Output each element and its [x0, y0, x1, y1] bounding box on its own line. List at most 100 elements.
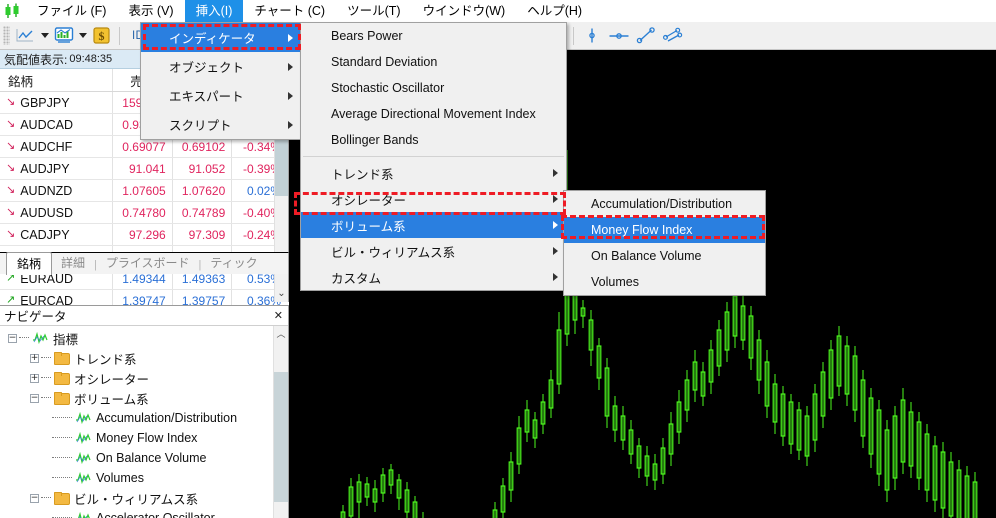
indicator-menu-item-3[interactable]: Stochastic Oscillator: [301, 75, 566, 101]
tree-label: Accelerator Oscillator: [96, 511, 215, 518]
tree-expander[interactable]: −: [30, 493, 39, 503]
menu-window[interactable]: ウインドウ(W): [412, 0, 517, 22]
trend-down-icon: ↘: [6, 118, 16, 130]
navigator-scrollbar[interactable]: ︿: [273, 326, 288, 518]
tree-connector: [52, 437, 72, 439]
insert-menu-item-3[interactable]: エキスパート: [141, 81, 301, 110]
menu-view[interactable]: 表示 (V): [117, 0, 184, 22]
chevron-down-icon[interactable]: ⌄: [275, 285, 288, 302]
trend-down-icon: ↘: [6, 228, 16, 240]
tree-folder[interactable]: − ボリューム系: [0, 388, 288, 408]
market-watch-scroll-thumb[interactable]: [275, 140, 288, 196]
new-chart-dropdown-icon[interactable]: [39, 24, 50, 47]
tree-folder[interactable]: + トレンド系: [0, 348, 288, 368]
symbol-name: CADJPY: [20, 227, 70, 242]
table-row[interactable]: ↘ AUDNZD 1.07605 1.07620 0.02%: [0, 180, 288, 202]
volume-menu-item-4[interactable]: Volumes: [564, 269, 765, 295]
menu-item-label: スクリプト: [169, 119, 232, 133]
indicator-menu-item-5[interactable]: Bollinger Bands: [301, 127, 566, 153]
tree-expander[interactable]: −: [30, 393, 39, 403]
tree-expander[interactable]: −: [8, 333, 17, 343]
bid-price: 91.041: [113, 158, 173, 179]
indicator-icon: [75, 471, 91, 485]
table-row[interactable]: ↘ CADJPY 97.296 97.309 -0.24%: [0, 224, 288, 246]
tree-connector: [41, 397, 51, 399]
new-chart-icon[interactable]: [12, 23, 39, 48]
app-logo-icon: [0, 0, 26, 22]
tab-symbols[interactable]: 銘柄: [6, 252, 53, 275]
tree-item[interactable]: Volumes: [0, 468, 288, 488]
ask-price: 91.052: [173, 158, 233, 179]
symbol-name: AUDCAD: [20, 117, 74, 132]
table-row[interactable]: ↘ AUDUSD 0.74780 0.74789 -0.40%: [0, 202, 288, 224]
volume-menu-item-3[interactable]: On Balance Volume: [564, 243, 765, 269]
tab-ticks[interactable]: ティック: [201, 253, 266, 274]
tree-folder[interactable]: + オシレーター: [0, 368, 288, 388]
navigator-tree: − 指標 + トレンド系 + オシレーター − ボリューム系 Accumulation/Dist…: [0, 326, 288, 518]
indicator-menu-item-7[interactable]: オシレーター: [301, 186, 566, 212]
indicator-menu-item-10[interactable]: カスタム: [301, 264, 566, 290]
navigator-scroll-thumb[interactable]: [274, 372, 288, 502]
submenu-arrow-icon: [553, 169, 558, 177]
menu-insert[interactable]: 挿入(I): [184, 0, 244, 22]
menu-help[interactable]: ヘルプ(H): [516, 0, 593, 22]
insert-menu-item-4[interactable]: スクリプト: [141, 110, 301, 139]
chevron-up-icon[interactable]: ︿: [274, 326, 288, 341]
tree-connector: [41, 357, 51, 359]
indicator-menu-item-2[interactable]: Standard Deviation: [301, 49, 566, 75]
tree-expander[interactable]: +: [30, 353, 39, 363]
menu-separator: [303, 156, 564, 157]
menu-item-label: Bears Power: [331, 29, 403, 43]
menu-item-label: Average Directional Movement Index: [331, 107, 536, 121]
submenu-arrow-icon: [288, 120, 293, 129]
tab-details[interactable]: 詳細: [52, 253, 94, 274]
tree-expander[interactable]: +: [30, 373, 39, 383]
indicator-menu-item-1[interactable]: Bears Power: [301, 23, 566, 49]
symbol-cell: ↘ AUDCHF: [0, 136, 114, 157]
indicator-menu-item-4[interactable]: Average Directional Movement Index: [301, 101, 566, 127]
menu-file[interactable]: ファイル (F): [26, 0, 117, 22]
folder-icon: [54, 392, 70, 405]
currency-dollar-icon[interactable]: $: [88, 23, 115, 48]
tree-item[interactable]: Money Flow Index: [0, 428, 288, 448]
indicator-icon: [75, 411, 91, 425]
insert-menu-item-2[interactable]: オブジェクト: [141, 52, 301, 81]
folder-icon: [54, 352, 70, 365]
tree-item[interactable]: Accumulation/Distribution: [0, 408, 288, 428]
tree-connector: [41, 377, 51, 379]
menu-item-label: Standard Deviation: [331, 55, 438, 69]
vertical-line-icon[interactable]: [578, 23, 605, 48]
toolbar-grip[interactable]: [3, 26, 10, 45]
tree-item[interactable]: − 指標: [0, 328, 288, 348]
tree-item[interactable]: On Balance Volume: [0, 448, 288, 468]
trend-down-icon: ↘: [6, 140, 16, 152]
tree-label: On Balance Volume: [96, 451, 207, 465]
tree-label: 指標: [53, 332, 79, 347]
indicators-submenu-popup: Bears Power Standard Deviation Stochastic …: [300, 22, 567, 291]
menu-chart[interactable]: チャート (C): [243, 0, 336, 22]
tree-label: ビル・ウィリアムス系: [74, 492, 199, 507]
table-row[interactable]: ↘ AUDJPY 91.041 91.052 -0.39%: [0, 158, 288, 180]
close-icon[interactable]: ✕: [274, 309, 283, 322]
column-header-symbol[interactable]: 銘柄: [0, 69, 114, 91]
menu-item-label: オブジェクト: [169, 61, 245, 75]
indicator-menu-item-8[interactable]: ボリューム系: [301, 212, 566, 238]
volume-menu-item-2[interactable]: Money Flow Index: [564, 217, 765, 243]
indicator-menu-item-9[interactable]: ビル・ウィリアムス系: [301, 238, 566, 264]
chart-window-icon[interactable]: [50, 23, 77, 48]
tab-price-board[interactable]: プライスボード: [97, 253, 199, 274]
chart-window-dropdown-icon[interactable]: [77, 24, 88, 47]
tree-item[interactable]: Accelerator Oscillator: [0, 508, 288, 518]
horizontal-line-icon[interactable]: [605, 23, 632, 48]
tree-folder[interactable]: − ビル・ウィリアムス系: [0, 488, 288, 508]
menu-item-label: Volumes: [591, 275, 639, 289]
ask-price: 0.74789: [173, 202, 233, 223]
equidistant-channel-icon[interactable]: [659, 23, 686, 48]
tree-connector: [52, 477, 72, 479]
trendline-icon[interactable]: [632, 23, 659, 48]
menu-tools[interactable]: ツール(T): [336, 0, 411, 22]
insert-menu-item-1[interactable]: インディケータ: [141, 23, 301, 52]
volume-menu-item-1[interactable]: Accumulation/Distribution: [564, 191, 765, 217]
indicator-menu-item-6[interactable]: トレンド系: [301, 160, 566, 186]
folder-icon: [54, 492, 70, 505]
